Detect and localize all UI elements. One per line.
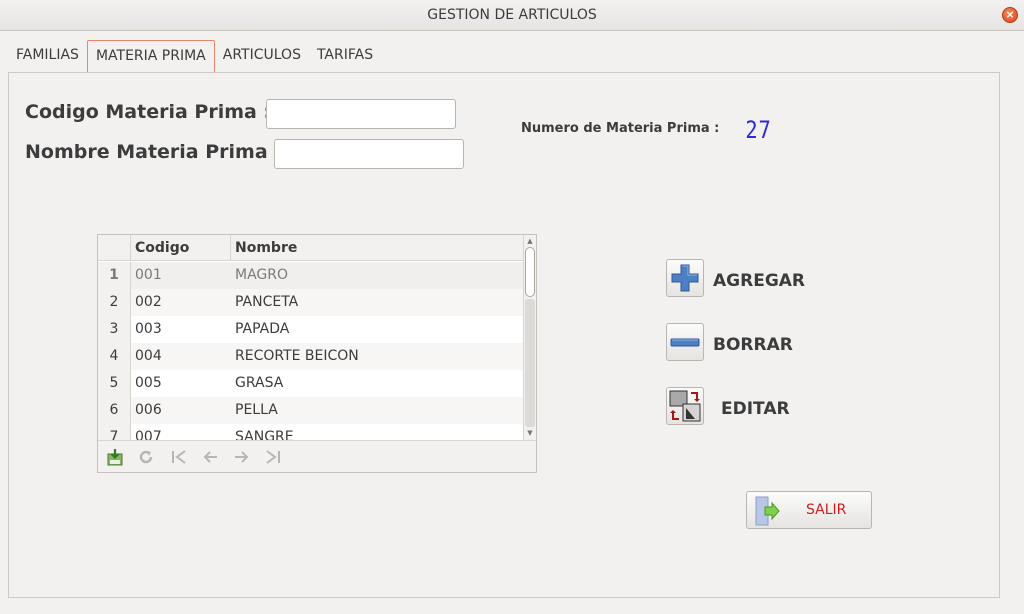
row-number: 7 <box>98 424 131 440</box>
cell-nombre[interactable]: PELLA <box>231 397 524 424</box>
row-number: 5 <box>98 370 131 397</box>
codigo-label: Codigo Materia Prima : <box>25 101 272 123</box>
table-row[interactable]: 5 005 GRASA <box>98 370 524 397</box>
salir-button[interactable]: SALIR <box>746 491 872 529</box>
scroll-down-icon[interactable]: ▼ <box>526 429 534 437</box>
scroll-thumb[interactable] <box>525 247 535 297</box>
cell-nombre[interactable]: PANCETA <box>231 289 524 316</box>
counter-label: Numero de Materia Prima : <box>521 121 720 136</box>
agregar-label[interactable]: AGREGAR <box>713 271 805 291</box>
cell-nombre[interactable]: RECORTE BEICON <box>231 343 524 370</box>
table-row[interactable]: 1 001 MAGRO <box>98 262 524 289</box>
cell-codigo[interactable]: 004 <box>131 343 231 370</box>
table-body: 1 001 MAGRO 2 002 PANCETA 3 003 PAPADA 4… <box>98 262 524 440</box>
cell-codigo[interactable]: 003 <box>131 316 231 343</box>
tab-materia-prima[interactable]: MATERIA PRIMA <box>86 40 215 74</box>
row-number: 2 <box>98 289 131 316</box>
table-header: Codigo Nombre <box>98 235 524 261</box>
scroll-track[interactable] <box>525 299 535 427</box>
borrar-button[interactable] <box>666 323 704 361</box>
table-vertical-scrollbar[interactable]: ▲ ▼ <box>523 235 536 440</box>
counter-value: 27 <box>745 116 772 144</box>
cell-codigo[interactable]: 001 <box>131 262 231 289</box>
editar-label[interactable]: EDITAR <box>721 399 790 419</box>
cell-codigo[interactable]: 007 <box>131 424 231 440</box>
table-toolbar <box>98 440 536 472</box>
nombre-label: Nombre Materia Prima : <box>25 141 282 163</box>
table-row[interactable]: 4 004 RECORTE BEICON <box>98 343 524 370</box>
tab-tarifas[interactable]: TARIFAS <box>309 40 381 73</box>
next-icon[interactable] <box>233 448 251 466</box>
borrar-label[interactable]: BORRAR <box>713 335 793 355</box>
header-nombre[interactable]: Nombre <box>231 235 524 261</box>
cell-codigo[interactable]: 006 <box>131 397 231 424</box>
last-icon[interactable] <box>264 448 282 466</box>
row-number: 6 <box>98 397 131 424</box>
cell-nombre[interactable]: SANGRE <box>231 424 524 440</box>
cell-codigo[interactable]: 002 <box>131 289 231 316</box>
materia-prima-table: Codigo Nombre 1 001 MAGRO 2 002 PANCETA … <box>97 234 537 473</box>
table-row[interactable]: 3 003 PAPADA <box>98 316 524 343</box>
cell-nombre[interactable]: PAPADA <box>231 316 524 343</box>
exit-icon <box>755 496 780 526</box>
minus-icon <box>670 338 700 347</box>
edit-swap-icon <box>669 390 701 422</box>
title-bar: GESTION DE ARTICULOS × <box>0 0 1024 31</box>
header-codigo[interactable]: Codigo <box>131 235 231 261</box>
row-number: 4 <box>98 343 131 370</box>
table-row[interactable]: 7 007 SANGRE <box>98 424 524 440</box>
agregar-button[interactable] <box>666 259 704 297</box>
plus-icon <box>671 264 699 292</box>
previous-icon[interactable] <box>201 448 219 466</box>
codigo-input[interactable] <box>266 99 456 129</box>
cell-nombre[interactable]: MAGRO <box>231 262 524 289</box>
scroll-up-icon[interactable]: ▲ <box>526 237 534 245</box>
table-row[interactable]: 2 002 PANCETA <box>98 289 524 316</box>
cell-nombre[interactable]: GRASA <box>231 370 524 397</box>
cell-codigo[interactable]: 005 <box>131 370 231 397</box>
tab-bar: FAMILIAS MATERIA PRIMA ARTICULOS TARIFAS <box>8 40 381 74</box>
close-icon[interactable]: × <box>1002 7 1018 23</box>
tab-familias[interactable]: FAMILIAS <box>8 40 87 73</box>
row-number: 1 <box>98 262 131 289</box>
tab-articulos[interactable]: ARTICULOS <box>215 40 309 73</box>
row-number: 3 <box>98 316 131 343</box>
window-title: GESTION DE ARTICULOS <box>427 7 597 23</box>
refresh-icon[interactable] <box>137 448 155 466</box>
row-number-header <box>98 235 131 261</box>
editar-button[interactable] <box>666 387 704 425</box>
save-icon[interactable] <box>106 448 124 466</box>
salir-label: SALIR <box>806 502 847 518</box>
table-row[interactable]: 6 006 PELLA <box>98 397 524 424</box>
first-icon[interactable] <box>170 448 188 466</box>
nombre-input[interactable] <box>274 139 464 169</box>
